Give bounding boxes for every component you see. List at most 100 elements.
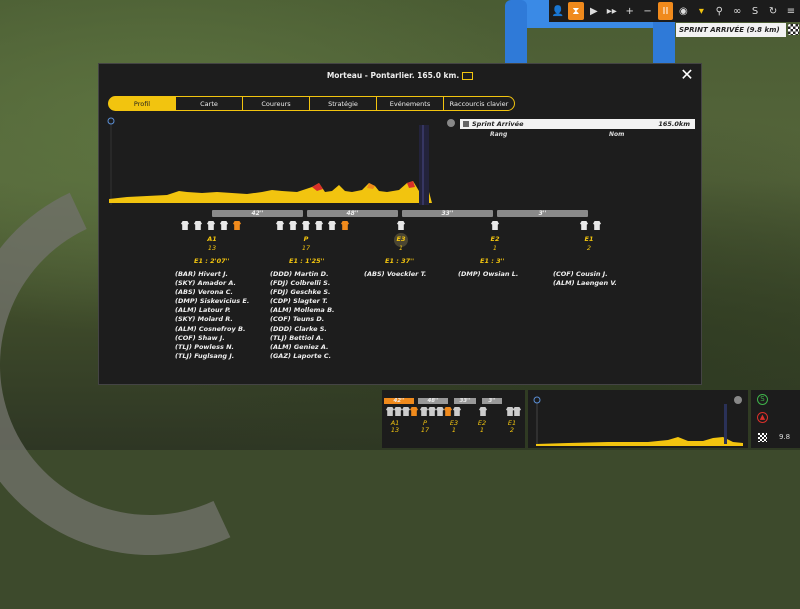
gap-bar: 42'' — [212, 210, 303, 217]
rider-name[interactable]: (FDJ) Geschke S. — [270, 288, 335, 297]
jersey-icon — [506, 407, 514, 416]
rider-name[interactable]: (COF) Shaw J. — [175, 334, 249, 343]
rider-list-e3: (ABS) Voeckler T. — [364, 270, 426, 279]
mini-gap: 42'' — [384, 398, 414, 404]
group-time: E1 : 37'' — [385, 257, 415, 265]
jersey-icon — [220, 221, 228, 230]
jersey-icon — [402, 407, 410, 416]
eye-icon[interactable]: ◉ — [675, 2, 691, 20]
column-nom: Nom — [609, 131, 625, 138]
bike-icon[interactable]: ∞ — [729, 2, 745, 20]
hourglass-icon[interactable]: ⧗ — [567, 2, 584, 20]
mini-group-e2: E2 1 — [477, 419, 487, 434]
gap-bar: 3'' — [497, 210, 588, 217]
rider-name[interactable]: (GAZ) Laporte C. — [270, 352, 335, 361]
rider-name[interactable]: (ALM) Geniez A. — [270, 343, 335, 352]
refresh-icon[interactable]: ↻ — [765, 2, 781, 20]
cyclist-icon[interactable]: ⚲ — [711, 2, 727, 20]
rider-list-a1: (BAR) Hivert J. (SKY) Amador A. (ABS) Ve… — [175, 270, 249, 361]
jersey-icon — [194, 221, 202, 230]
rider-name[interactable]: (ALM) Laengen V. — [553, 279, 617, 288]
rider-list-e2: (DMP) Owsian L. — [458, 270, 518, 279]
rider-list-e1: (COF) Cousin J. (ALM) Laengen V. — [553, 270, 617, 288]
stage-dialog: Morteau - Pontarlier. 165.0 km. ✕ Profil… — [98, 63, 702, 385]
jersey-icon — [181, 221, 189, 230]
rider-name[interactable]: (DDD) Martin D. — [270, 270, 335, 279]
jersey-icon — [315, 221, 323, 230]
jersey-icon — [386, 407, 394, 416]
stage-profile[interactable] — [107, 117, 433, 207]
jersey-icon — [513, 407, 521, 416]
gap-bar: 48'' — [307, 210, 398, 217]
group-label: P — [303, 235, 309, 243]
jersey-icon — [453, 407, 461, 416]
mini-group-e3: E3 1 — [449, 419, 459, 434]
menu-icon[interactable]: ≡ — [783, 2, 799, 20]
rider-name[interactable]: (TLJ) Powless N. — [175, 343, 249, 352]
rider-name[interactable]: (ALM) Latour P. — [175, 306, 249, 315]
tab-bar: Profil Carte Coureurs Stratégie Evénemen… — [108, 96, 515, 111]
sprint-header: Sprint Arrivée 165.0km — [460, 119, 695, 129]
tab-raccourcis[interactable]: Raccourcis clavier — [443, 96, 515, 111]
rider-name[interactable]: (ABS) Verona C. — [175, 288, 249, 297]
tab-strategie[interactable]: Stratégie — [309, 96, 377, 111]
play-icon[interactable]: ▶ — [586, 2, 602, 20]
rider-name[interactable]: (ALM) Cosnefroy B. — [175, 325, 249, 334]
rider-name[interactable]: (DDD) Clarke S. — [270, 325, 335, 334]
jersey-icon[interactable]: ▾ — [693, 2, 709, 20]
rider-name[interactable]: (CDP) Slagter T. — [270, 297, 335, 306]
group-label: E1 — [584, 235, 594, 243]
tab-profil[interactable]: Profil — [108, 96, 176, 111]
group-count: 2 — [586, 244, 592, 252]
rider-name[interactable]: (SKY) Amador A. — [175, 279, 249, 288]
gap-bar: 33'' — [402, 210, 493, 217]
climb-icon[interactable]: ▲ — [757, 412, 768, 423]
rider-name[interactable]: (DMP) Owsian L. — [458, 270, 518, 279]
rider-name[interactable]: (ALM) Mollema B. — [270, 306, 335, 315]
toggle-dot[interactable] — [447, 119, 455, 127]
fast-forward-icon[interactable]: ▸▸ — [604, 2, 620, 20]
zoom-in-icon[interactable]: + — [622, 2, 638, 20]
jersey-icon — [420, 407, 428, 416]
mini-groups-panel[interactable]: 42'' 48'' 33'' 3'' A1 13 P 17 E3 1 E2 1 E1 2 — [382, 390, 525, 448]
jersey-icon — [289, 221, 297, 230]
rider-name[interactable]: (BAR) Hivert J. — [175, 270, 249, 279]
zoom-out-icon[interactable]: − — [640, 2, 656, 20]
rider-icon[interactable]: 👤 — [550, 2, 566, 20]
monitor-icon — [462, 72, 474, 80]
group-time: E1 : 1'25'' — [289, 257, 325, 265]
rider-name[interactable]: (COF) Cousin J. — [553, 270, 617, 279]
jersey-icon — [580, 221, 588, 230]
tab-evenements[interactable]: Evénements — [376, 96, 444, 111]
sprint-icon — [463, 121, 469, 127]
group-label: E2 — [490, 235, 500, 243]
jersey-icon — [491, 221, 499, 230]
tab-coureurs[interactable]: Coureurs — [242, 96, 310, 111]
sprint-indicator: SPRINT ARRIVÉE (9.8 km) — [676, 23, 786, 37]
rider-name[interactable]: (TLJ) Bettiol A. — [270, 334, 335, 343]
jersey-icon — [444, 407, 452, 416]
rider-name[interactable]: (COF) Teuns D. — [270, 315, 335, 324]
mini-profile[interactable] — [528, 390, 748, 448]
mini-group-a1: A1 13 — [390, 419, 400, 434]
rider-name[interactable]: (SKY) Molard R. — [175, 315, 249, 324]
jersey-icon — [394, 407, 402, 416]
checkered-flag-icon — [758, 433, 767, 442]
close-button[interactable]: ✕ — [679, 67, 695, 83]
tab-carte[interactable]: Carte — [175, 96, 243, 111]
jersey-icon — [479, 407, 487, 416]
pause-icon[interactable]: II — [657, 2, 674, 20]
jersey-icon — [593, 221, 601, 230]
rider-name[interactable]: (DMP) Siskevicius E. — [175, 297, 249, 306]
dialog-title: Morteau - Pontarlier. 165.0 km. — [99, 64, 701, 88]
column-rang: Rang — [490, 131, 508, 138]
rider-name[interactable]: (FDJ) Colbrelli S. — [270, 279, 335, 288]
jersey-icon — [207, 221, 215, 230]
group-count: 17 — [301, 244, 311, 252]
sprint-s-icon[interactable]: S — [747, 2, 763, 20]
mini-gap: 3'' — [482, 398, 502, 404]
side-panel: S ▲ 9.8 — [751, 390, 800, 448]
rider-name[interactable]: (ABS) Voeckler T. — [364, 270, 426, 279]
rider-name[interactable]: (TLJ) Fuglsang J. — [175, 352, 249, 361]
sprint-s-icon[interactable]: S — [757, 394, 768, 405]
